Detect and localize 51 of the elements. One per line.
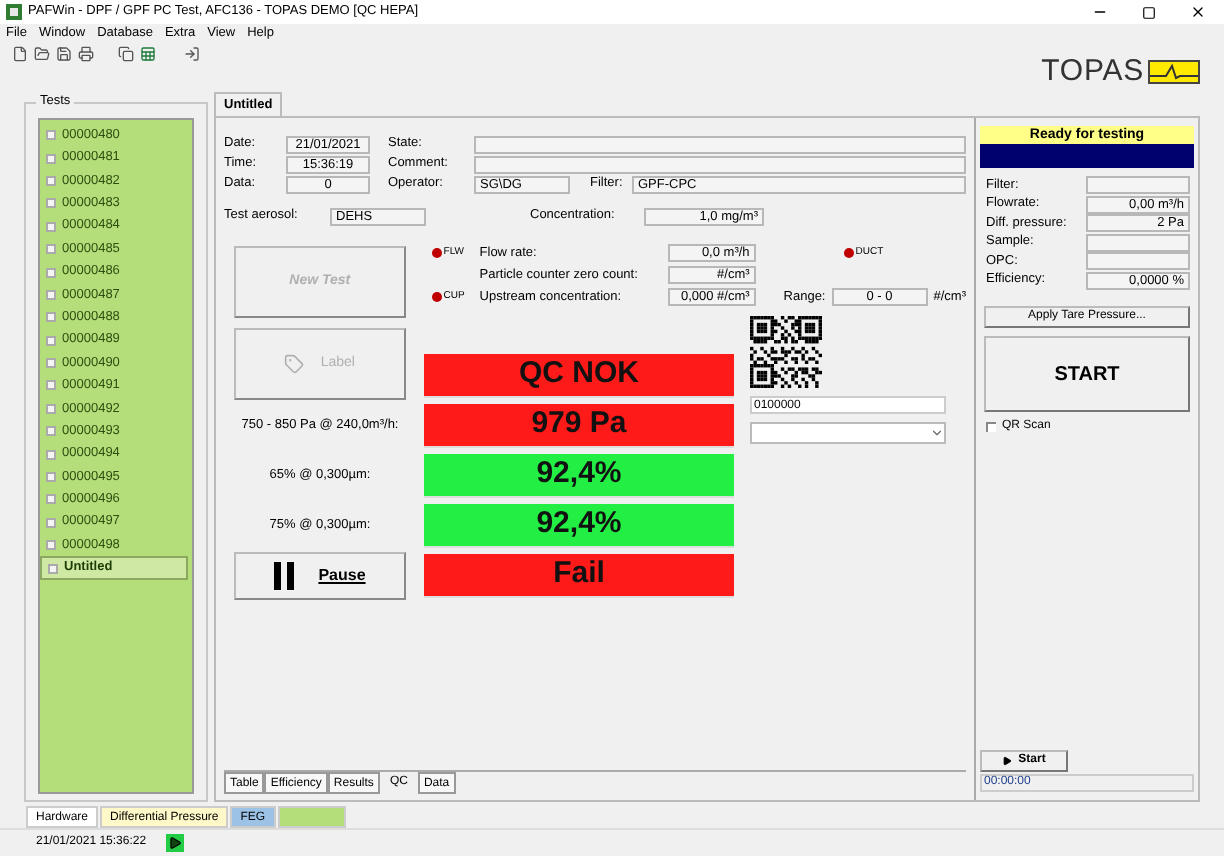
checkbox[interactable] <box>46 244 56 255</box>
checkbox[interactable] <box>46 426 56 437</box>
dropdown[interactable] <box>750 422 946 444</box>
checkbox[interactable] <box>46 403 56 414</box>
maximize-icon[interactable] <box>1142 5 1156 19</box>
checkbox[interactable] <box>46 380 56 391</box>
checkbox[interactable] <box>46 175 56 186</box>
qr-code-icon <box>750 316 822 388</box>
checkbox[interactable] <box>46 335 56 346</box>
copy-icon[interactable] <box>118 46 134 62</box>
exit-icon[interactable] <box>184 46 200 62</box>
spreadsheet-icon[interactable] <box>140 46 156 62</box>
reading-field[interactable] <box>1086 176 1190 195</box>
checkbox[interactable] <box>46 494 56 505</box>
checkbox[interactable] <box>46 517 56 528</box>
checkbox[interactable] <box>46 267 56 278</box>
checkbox[interactable] <box>48 563 58 574</box>
checkbox[interactable] <box>46 358 56 369</box>
checkbox[interactable] <box>46 312 56 323</box>
pause-icon <box>274 562 295 590</box>
app-icon <box>6 4 22 20</box>
checkbox[interactable] <box>46 472 56 483</box>
result-box: Fail <box>424 554 734 598</box>
result-box: 92,4% <box>424 454 734 498</box>
comment-field[interactable] <box>474 155 966 173</box>
close-icon[interactable] <box>1190 4 1206 20</box>
checkbox[interactable] <box>986 422 996 432</box>
reading-field[interactable] <box>1086 252 1190 271</box>
result-box: 979 Pa <box>424 404 734 448</box>
play-icon <box>1002 756 1013 766</box>
checkbox[interactable] <box>46 198 56 209</box>
play-icon[interactable] <box>166 834 185 852</box>
printer-icon[interactable] <box>78 46 94 62</box>
checkbox[interactable] <box>46 449 56 460</box>
result-box: QC NOK <box>424 354 734 398</box>
folder-icon[interactable] <box>34 46 50 62</box>
checkbox[interactable] <box>46 153 56 164</box>
logo-icon <box>1148 59 1200 83</box>
document-icon[interactable] <box>12 46 28 62</box>
pause-button[interactable]: Pause <box>234 552 406 600</box>
checkbox[interactable] <box>46 130 56 141</box>
logo-text: TOPAS <box>1041 56 1144 86</box>
checkbox[interactable] <box>46 221 56 232</box>
checkbox[interactable] <box>46 289 56 300</box>
result-box: 92,4% <box>424 504 734 548</box>
save-icon[interactable] <box>56 46 72 62</box>
start-button[interactable]: START <box>984 336 1190 412</box>
tag-icon <box>284 354 305 374</box>
state-field[interactable] <box>474 135 966 153</box>
reading-field[interactable] <box>1086 233 1190 252</box>
checkbox[interactable] <box>46 540 56 551</box>
